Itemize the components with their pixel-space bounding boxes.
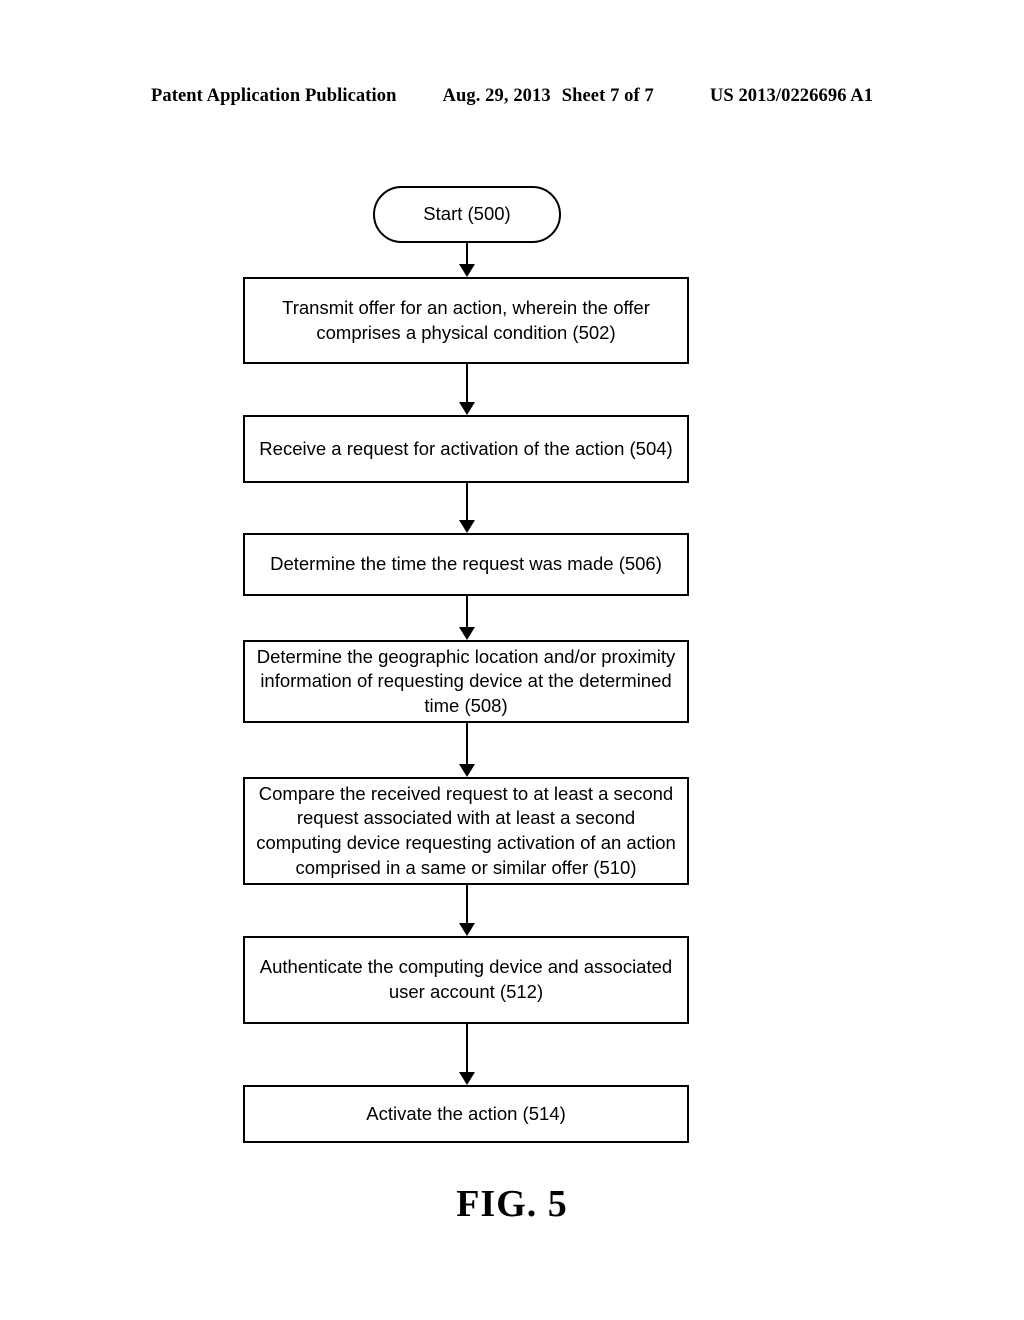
flow-node-process-506: Determine the time the request was made …	[243, 533, 689, 596]
flow-node-process-510-label: Compare the received request to at least…	[256, 782, 676, 878]
flowchart-diagram: Start (500) Transmit offer for an action…	[0, 0, 1024, 1320]
flow-node-process-512-label: Authenticate the computing device and as…	[259, 956, 673, 1002]
flow-arrow-502-to-504	[455, 364, 479, 415]
flow-arrow-504-to-506	[455, 483, 479, 533]
flow-node-start-500: Start (500)	[373, 186, 561, 243]
flow-node-process-512: Authenticate the computing device and as…	[243, 936, 689, 1024]
flow-node-process-508-label: Determine the geographic location and/or…	[256, 645, 676, 716]
flow-node-process-502: Transmit offer for an action, wherein th…	[243, 277, 689, 364]
flow-node-process-504: Receive a request for activation of the …	[243, 415, 689, 483]
flow-node-process-508: Determine the geographic location and/or…	[243, 640, 689, 723]
flow-arrow-500-to-502	[455, 243, 479, 277]
flow-arrow-512-to-514	[455, 1024, 479, 1085]
flow-arrow-506-to-508	[455, 596, 479, 640]
figure-caption: FIG. 5	[456, 1183, 568, 1225]
flow-node-process-510: Compare the received request to at least…	[243, 777, 689, 885]
flow-node-process-514-label: Activate the action (514)	[366, 1102, 566, 1124]
flow-arrow-508-to-510	[455, 723, 479, 777]
flow-node-process-504-label: Receive a request for activation of the …	[259, 437, 673, 459]
flow-arrow-510-to-512	[455, 885, 479, 936]
flow-node-process-514: Activate the action (514)	[243, 1085, 689, 1143]
flow-node-process-506-label: Determine the time the request was made …	[270, 553, 662, 575]
flow-node-process-502-label: Transmit offer for an action, wherein th…	[282, 296, 650, 343]
flow-node-start-500-label: Start (500)	[423, 203, 511, 225]
